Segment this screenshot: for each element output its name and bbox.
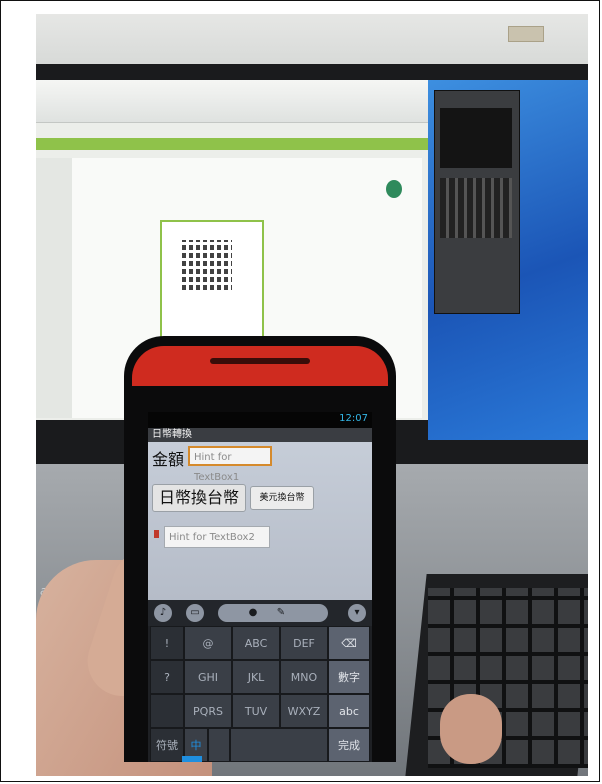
phone-screen: 12:07 日幣轉換 金額 Hint for TextBox1 日幣換台幣 美元… bbox=[148, 412, 372, 762]
amount-label: 金額 bbox=[152, 450, 185, 469]
designer-header-bar bbox=[36, 138, 428, 150]
ime-key[interactable]: ABC bbox=[232, 626, 280, 660]
space-key[interactable] bbox=[230, 728, 328, 762]
ime-key[interactable]: WXYZ bbox=[280, 694, 328, 728]
backspace-key-icon[interactable]: ⌫ bbox=[328, 626, 370, 660]
microphone-icon[interactable]: ● bbox=[244, 604, 262, 622]
cursor-marker-icon bbox=[154, 530, 159, 538]
phone-earpiece bbox=[210, 358, 310, 364]
finger bbox=[440, 694, 502, 764]
emulator-screen bbox=[440, 108, 512, 168]
jpy-to-twd-button[interactable]: 日幣換台幣 bbox=[152, 484, 246, 512]
ime-collapse-icon[interactable]: ▾ bbox=[348, 604, 366, 622]
ime-key[interactable]: ? bbox=[150, 660, 184, 694]
app-title-bar: 日幣轉換 bbox=[148, 428, 372, 442]
ime-settings-icon[interactable]: ♪ bbox=[154, 604, 172, 622]
android-status-bar: 12:07 bbox=[148, 412, 372, 428]
ime-key[interactable]: MNO bbox=[280, 660, 328, 694]
ime-key[interactable] bbox=[208, 728, 230, 762]
companion-logo-icon bbox=[386, 180, 402, 198]
ime-active-indicator bbox=[182, 756, 202, 762]
ime-key[interactable]: @ bbox=[184, 626, 232, 660]
usd-to-twd-button[interactable]: 美元換台幣 bbox=[250, 486, 314, 510]
symbols-key[interactable]: 符號 bbox=[150, 728, 184, 762]
qr-code-image bbox=[182, 240, 232, 290]
ime-key[interactable]: ! bbox=[150, 626, 184, 660]
status-clock: 12:07 bbox=[339, 413, 368, 424]
ime-key[interactable] bbox=[150, 694, 184, 728]
ime-key[interactable]: TUV bbox=[232, 694, 280, 728]
pen-icon[interactable]: ✎ bbox=[272, 604, 290, 622]
emulator-keyboard bbox=[440, 178, 512, 238]
done-key[interactable]: 完成 bbox=[328, 728, 370, 762]
amount-textbox[interactable]: Hint for TextBox1 bbox=[188, 446, 272, 483]
numbers-key[interactable]: 數字 bbox=[328, 660, 370, 694]
browser-toolbar bbox=[36, 80, 428, 123]
phone-red-top bbox=[132, 346, 388, 386]
ime-key[interactable]: DEF bbox=[280, 626, 328, 660]
wall-sign bbox=[508, 26, 544, 42]
component-palette bbox=[36, 158, 77, 418]
result-textbox[interactable]: Hint for TextBox2 bbox=[164, 526, 270, 548]
abc-key[interactable]: abc bbox=[328, 694, 370, 728]
ime-key[interactable]: GHI bbox=[184, 660, 232, 694]
ime-layout-icon[interactable]: ▭ bbox=[186, 604, 204, 622]
ime-key[interactable]: JKL bbox=[232, 660, 280, 694]
ime-keyboard: ♪ ▭ ● ✎ ▾ ! @ ABC DEF ⌫ ? GHI JKL MNO 數字… bbox=[148, 600, 372, 762]
ime-key[interactable]: PQRS bbox=[184, 694, 232, 728]
